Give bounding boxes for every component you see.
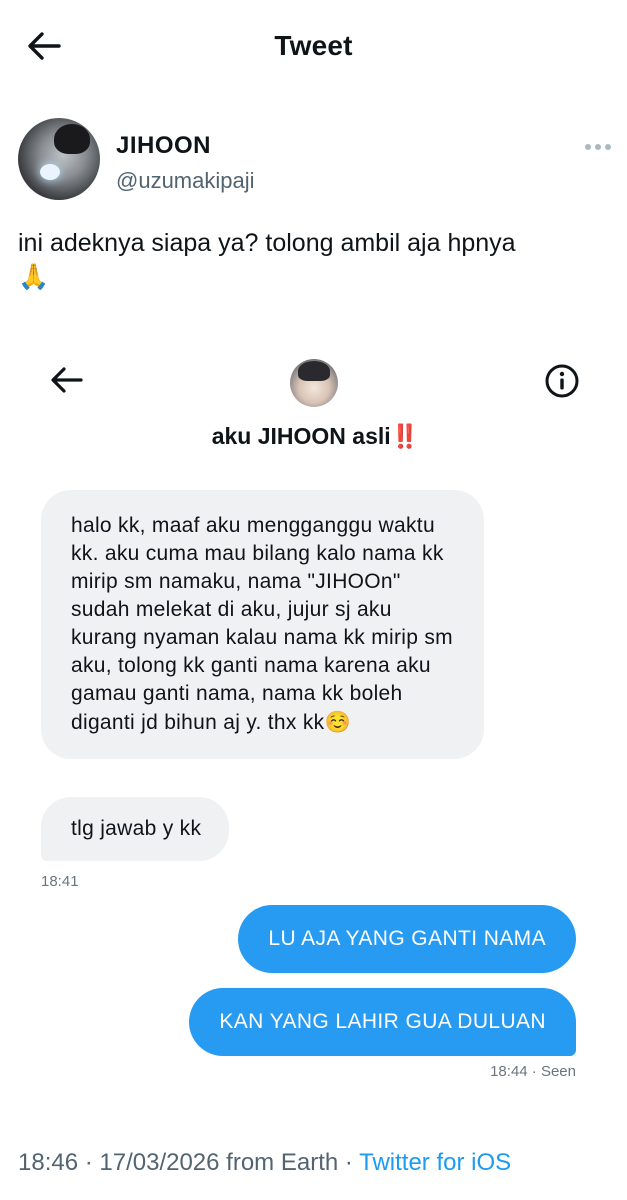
- author-name[interactable]: JIHOON: [116, 132, 211, 160]
- incoming-message: tlg jawab y kk: [41, 797, 230, 861]
- conversation-name-text: aku JIHOON asli: [211, 423, 391, 449]
- more-horizontal-icon: [595, 144, 601, 150]
- tweet-page: Tweet JIHOON @uzumakipaji ini adeknya si…: [0, 0, 627, 1200]
- tweet-source-link[interactable]: Twitter for iOS: [359, 1149, 511, 1176]
- tweet-timestamp: 18:46 · 17/03/2026 from Earth ·: [18, 1149, 360, 1176]
- page-title: Tweet: [274, 30, 353, 61]
- more-horizontal-icon: [585, 144, 591, 150]
- outgoing-message: KAN YANG LAHIR GUA DULUAN: [189, 988, 576, 1056]
- conversation-name: aku JIHOON asli‼️: [18, 423, 613, 450]
- tweet-meta: 18:46 · 17/03/2026 from Earth · Twitter …: [18, 1149, 511, 1177]
- dm-back-button: [50, 365, 84, 395]
- avatar-hair: [298, 361, 330, 381]
- incoming-message: halo kk, maaf aku mengganggu waktu kk. a…: [41, 490, 484, 759]
- praying-hands-emoji: 🙏: [18, 262, 50, 291]
- tweet-body: ini adeknya siapa ya? tolong ambil aja h…: [18, 226, 613, 294]
- info-icon: [545, 364, 579, 398]
- message-text: KAN YANG LAHIR GUA DULUAN: [219, 1010, 546, 1033]
- message-text: halo kk, maaf aku mengganggu waktu kk. a…: [71, 514, 453, 734]
- message-text: tlg jawab y kk: [71, 817, 202, 840]
- arrow-left-icon: [51, 367, 83, 393]
- smiling-emoji: ☺️: [324, 710, 351, 734]
- dm-avatar: [290, 359, 338, 407]
- author-handle[interactable]: @uzumakipaji: [116, 168, 255, 194]
- avatar-hair: [54, 124, 90, 154]
- message-text: LU AJA YANG GANTI NAMA: [268, 927, 546, 950]
- more-options-button[interactable]: [585, 140, 613, 154]
- outgoing-timestamp: 18:44 · Seen: [490, 1063, 576, 1080]
- top-bar: Tweet: [0, 0, 627, 95]
- more-horizontal-icon: [605, 144, 611, 150]
- avatar-light: [40, 164, 60, 180]
- tweet-text: ini adeknya siapa ya? tolong ambil aja h…: [18, 229, 516, 257]
- author-avatar[interactable]: [18, 118, 100, 200]
- dm-info-button: [544, 363, 580, 399]
- tweet-author: JIHOON @uzumakipaji: [18, 118, 613, 204]
- attached-screenshot[interactable]: aku JIHOON asli‼️ halo kk, maaf aku meng…: [18, 345, 613, 1100]
- outgoing-message: LU AJA YANG GANTI NAMA: [238, 905, 576, 973]
- incoming-timestamp: 18:41: [41, 873, 79, 890]
- double-exclamation-emoji: ‼️: [390, 424, 420, 450]
